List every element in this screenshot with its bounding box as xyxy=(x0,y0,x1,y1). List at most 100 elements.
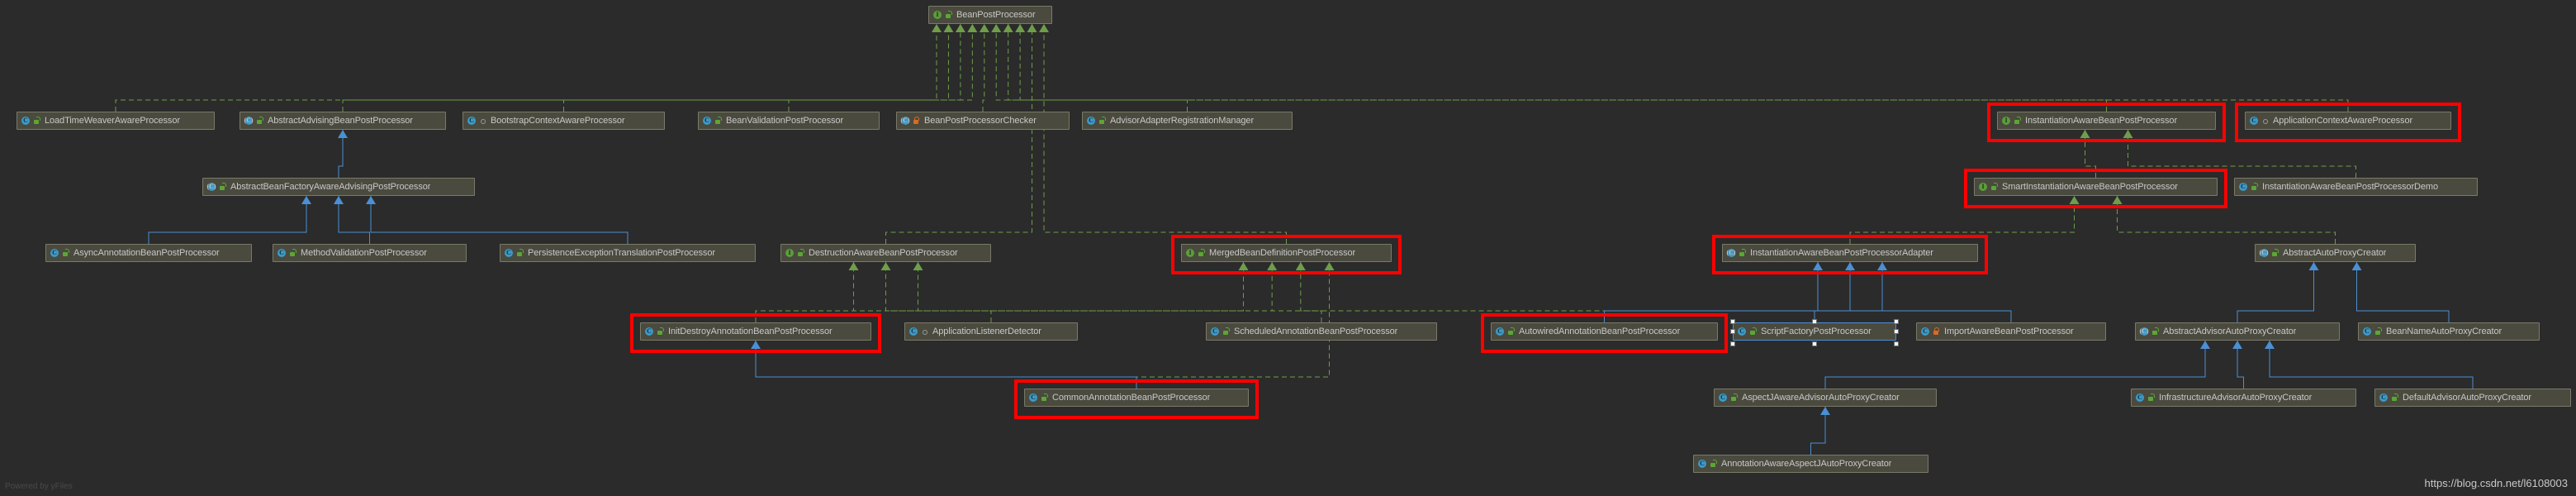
abstract-class-icon xyxy=(2139,327,2149,336)
uml-node-iabppd[interactable]: InstantiationAwareBeanPostProcessorDemo xyxy=(2234,178,2478,196)
uml-node-label: AbstractAutoProxyCreator xyxy=(2283,248,2386,258)
uml-edge-aapc-to-siabpp xyxy=(2113,196,2336,244)
class-icon xyxy=(1086,116,1096,126)
uml-edge-aabpp2-to-abfaapp xyxy=(149,196,311,244)
public-unlocked-icon xyxy=(796,248,805,258)
uml-edge-awabpp-to-iabppa xyxy=(1605,262,1888,322)
abstract-class-icon xyxy=(244,116,254,126)
uml-edge-petpp-to-abfaapp xyxy=(366,196,628,244)
uml-edge-idabpp-to-dabpp xyxy=(756,262,859,322)
uml-node-bpp[interactable]: BeanPostProcessor xyxy=(928,6,1052,24)
selection-handle[interactable] xyxy=(1730,319,1735,324)
uml-node-aapc[interactable]: AbstractAutoProxyCreator xyxy=(2255,244,2416,262)
interface-icon xyxy=(2001,116,2011,126)
uml-edge-mbdpp-to-bpp xyxy=(1039,24,1287,244)
uml-node-ltwap[interactable]: LoadTimeWeaverAwareProcessor xyxy=(17,112,215,130)
public-unlocked-icon xyxy=(2151,327,2160,336)
uml-edge-acap-to-bpp xyxy=(1015,24,2348,112)
uml-diagram-canvas[interactable]: BeanPostProcessor LoadTimeWeaverAwareProc… xyxy=(0,0,2576,496)
selection-handle[interactable] xyxy=(1812,341,1817,346)
uml-node-label: ApplicationListenerDetector xyxy=(932,327,1041,336)
uml-node-daapc[interactable]: DefaultAdvisorAutoProxyCreator xyxy=(2374,389,2571,407)
uml-edge-aaajapc-to-ajaapc xyxy=(1811,407,1831,455)
uml-node-iabpp[interactable]: InstantiationAwareBeanPostProcessor xyxy=(1997,112,2216,130)
selection-handle[interactable] xyxy=(1894,329,1899,334)
class-icon xyxy=(1697,459,1707,469)
uml-node-bcap[interactable]: BootstrapContextAwareProcessor xyxy=(463,112,665,130)
uml-node-label: InstantiationAwareBeanPostProcessorDemo xyxy=(2262,182,2438,192)
uml-node-label: ScheduledAnnotationBeanPostProcessor xyxy=(1234,327,1397,336)
public-unlocked-icon xyxy=(1040,393,1049,403)
uml-node-siabpp[interactable]: SmartInstantiationAwareBeanPostProcessor xyxy=(1974,178,2218,196)
selection-handle[interactable] xyxy=(1894,319,1899,324)
uml-node-label: InstantiationAwareBeanPostProcessor xyxy=(2025,116,2177,126)
uml-edge-iabpp-to-bpp xyxy=(1003,24,2107,112)
class-icon xyxy=(1920,327,1930,336)
uml-node-iaapc[interactable]: InfrastructureAdvisorAutoProxyCreator xyxy=(2131,389,2356,407)
uml-node-petpp[interactable]: PersistenceExceptionTranslationPostProce… xyxy=(500,244,756,262)
public-unlocked-icon xyxy=(288,248,297,258)
uml-node-mbdpp[interactable]: MergedBeanDefinitionPostProcessor xyxy=(1181,244,1392,262)
selection-handle[interactable] xyxy=(1812,319,1817,324)
uml-node-label: MethodValidationPostProcessor xyxy=(301,248,427,258)
uml-node-mvpp[interactable]: MethodValidationPostProcessor xyxy=(273,244,467,262)
public-unlocked-icon xyxy=(2147,393,2156,403)
class-icon xyxy=(1495,327,1505,336)
uml-node-idabpp[interactable]: InitDestroyAnnotationBeanPostProcessor xyxy=(640,322,871,341)
public-unlocked-icon xyxy=(2374,327,2383,336)
uml-node-acap[interactable]: ApplicationContextAwareProcessor xyxy=(2245,112,2451,130)
uml-node-iabppa[interactable]: InstantiationAwareBeanPostProcessorAdapt… xyxy=(1722,244,1978,262)
uml-node-label: InitDestroyAnnotationBeanPostProcessor xyxy=(668,327,833,336)
public-unlocked-icon xyxy=(1197,248,1206,258)
uml-node-bvpp[interactable]: BeanValidationPostProcessor xyxy=(698,112,880,130)
class-icon xyxy=(2238,182,2248,192)
uml-node-aabpp2[interactable]: AsyncAnnotationBeanPostProcessor xyxy=(45,244,252,262)
package-private-circle-icon xyxy=(2261,116,2270,126)
uml-node-sabpp[interactable]: ScheduledAnnotationBeanPostProcessor xyxy=(1206,322,1437,341)
class-icon xyxy=(21,116,31,126)
uml-node-cabpp[interactable]: CommonAnnotationBeanPostProcessor xyxy=(1024,389,1249,407)
uml-node-iawbpp[interactable]: ImportAwareBeanPostProcessor xyxy=(1916,322,2106,341)
uml-edge-bvpp-to-bpp xyxy=(789,24,977,112)
public-unlocked-icon xyxy=(32,116,41,126)
selection-handle[interactable] xyxy=(1730,329,1735,334)
uml-node-label: AdvisorAdapterRegistrationManager xyxy=(1110,116,1254,126)
public-unlocked-icon xyxy=(1222,327,1231,336)
uml-node-aaajapc[interactable]: AnnotationAwareAspectJAutoProxyCreator xyxy=(1693,455,1928,473)
uml-node-label: InfrastructureAdvisorAutoProxyCreator xyxy=(2159,393,2312,403)
uml-node-bnapc[interactable]: BeanNameAutoProxyCreator xyxy=(2358,322,2540,341)
class-icon xyxy=(50,248,59,258)
uml-node-label: LoadTimeWeaverAwareProcessor xyxy=(45,116,180,126)
uml-node-ald[interactable]: ApplicationListenerDetector xyxy=(904,322,1078,341)
uml-edge-bppc-to-bpp xyxy=(980,24,989,112)
public-unlocked-icon xyxy=(218,182,227,192)
uml-node-label: AbstractBeanFactoryAwareAdvisingPostProc… xyxy=(230,182,430,192)
interface-icon xyxy=(1978,182,1988,192)
uml-edge-iabppd-to-iabpp xyxy=(2123,130,2356,178)
uml-edge-cabpp-to-idabpp xyxy=(751,341,1136,389)
package-private-circle-icon xyxy=(478,116,487,126)
uml-node-aaapc[interactable]: AbstractAdvisorAutoProxyCreator xyxy=(2135,322,2340,341)
uml-node-aarm[interactable]: AdvisorAdapterRegistrationManager xyxy=(1082,112,1293,130)
uml-node-sfpp[interactable]: ScriptFactoryPostProcessor xyxy=(1733,322,1896,341)
uml-node-awabpp[interactable]: AutowiredAnnotationBeanPostProcessor xyxy=(1491,322,1718,341)
class-icon xyxy=(1737,327,1747,336)
uml-node-abfaapp[interactable]: AbstractBeanFactoryAwareAdvisingPostProc… xyxy=(202,178,475,196)
uml-node-bppc[interactable]: BeanPostProcessorChecker xyxy=(896,112,1070,130)
uml-edge-aaapc-to-aapc xyxy=(2237,262,2319,322)
watermark-left: Powered by yFiles xyxy=(5,482,73,491)
uml-edge-sabpp-to-mbdpp xyxy=(1267,262,1321,322)
selection-handle[interactable] xyxy=(1730,341,1735,346)
selection-handle[interactable] xyxy=(1894,341,1899,346)
uml-edge-bnapc-to-aapc xyxy=(2352,262,2450,322)
uml-node-dabpp[interactable]: DestructionAwareBeanPostProcessor xyxy=(780,244,991,262)
uml-node-label: BootstrapContextAwareProcessor xyxy=(491,116,625,126)
abstract-class-icon xyxy=(1726,248,1736,258)
uml-edge-idabpp-to-mbdpp xyxy=(756,262,1249,322)
public-unlocked-icon xyxy=(1738,248,1747,258)
uml-node-ajaapc[interactable]: AspectJAwareAdvisorAutoProxyCreator xyxy=(1714,389,1937,407)
uml-node-label: BeanValidationPostProcessor xyxy=(726,116,843,126)
public-unlocked-icon xyxy=(61,248,70,258)
uml-node-label: DefaultAdvisorAutoProxyCreator xyxy=(2403,393,2531,403)
uml-node-aabpp[interactable]: AbstractAdvisingBeanPostProcessor xyxy=(240,112,446,130)
